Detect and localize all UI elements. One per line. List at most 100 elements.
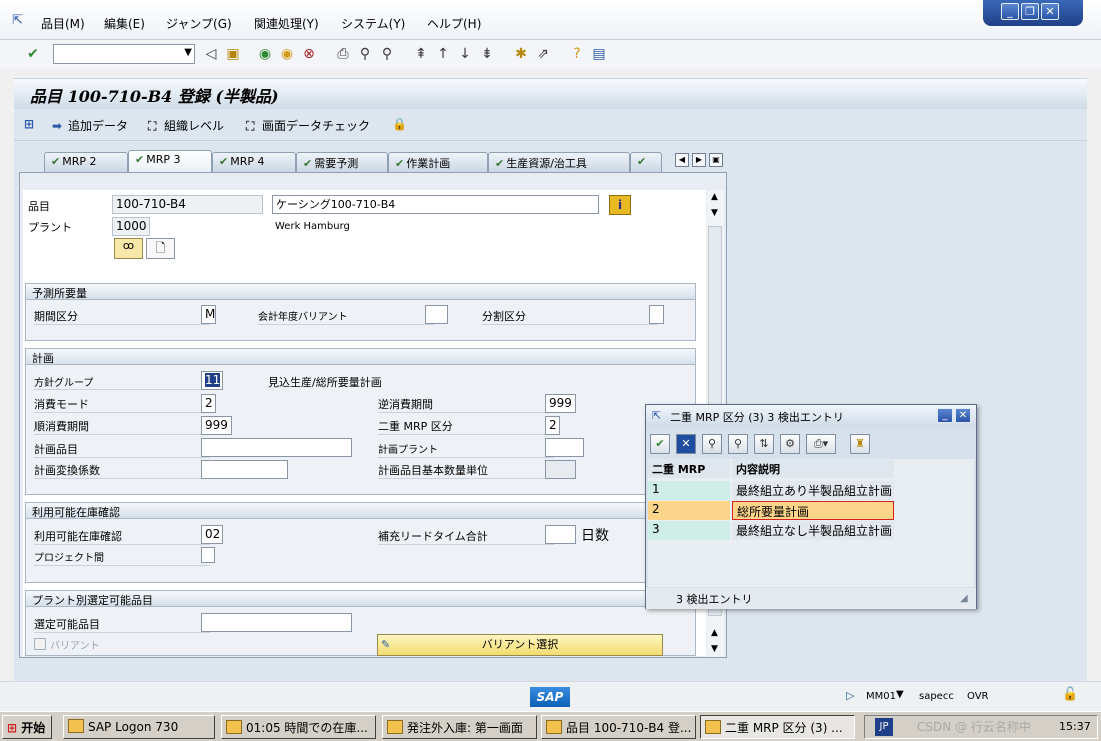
find-next-icon[interactable]: ⚲ — [378, 45, 396, 63]
scroll-up-icon[interactable]: ▲ — [711, 628, 718, 638]
expand-status-icon[interactable]: ▷ — [846, 689, 854, 702]
strategy-group-field[interactable]: 11 — [201, 371, 223, 390]
find-icon[interactable]: ⚲ — [356, 45, 374, 63]
lock-icon[interactable]: 🔒 — [392, 117, 407, 131]
print-icon[interactable]: ⎙ — [334, 45, 352, 63]
scroll-down-icon[interactable]: ▼ — [711, 208, 718, 218]
tab-more[interactable]: ✔ — [630, 152, 662, 172]
tab-scroll-right-icon[interactable]: ▶ — [692, 153, 706, 167]
check-data-button[interactable]: ⛶ 画面データチェック — [246, 117, 370, 134]
menu-item-material[interactable]: 品目(M) — [41, 15, 85, 32]
column-header-key[interactable]: 二重 MRP — [648, 459, 730, 478]
period-field[interactable]: M — [201, 305, 216, 324]
minimize-button[interactable]: _ — [1001, 3, 1019, 20]
task-stock[interactable]: 01:05 時間での在庫... — [221, 715, 376, 739]
first-page-icon[interactable]: ⇞ — [412, 45, 430, 63]
add-data-button[interactable]: ➡ 追加データ — [52, 117, 128, 134]
fiscal-variant-field[interactable] — [425, 305, 448, 324]
cancel-icon[interactable]: ✕ — [676, 434, 696, 454]
total-lead-field[interactable] — [545, 525, 576, 544]
close-button[interactable]: ✕ — [1041, 3, 1059, 20]
planning-material-field[interactable] — [201, 438, 352, 457]
table-row-key[interactable]: 3 — [648, 521, 730, 540]
print-menu-icon[interactable]: ⎙▾ — [806, 434, 836, 454]
table-row-desc[interactable]: 最終組立あり半製品組立計画 — [732, 481, 894, 500]
material-field[interactable]: 100-710-B4 — [112, 195, 263, 214]
planning-plant-field[interactable] — [545, 438, 584, 457]
tab-mrp4[interactable]: ✔ MRP 4 — [212, 152, 296, 172]
info-icon[interactable]: i — [609, 195, 631, 215]
shortcut-icon[interactable]: ⇗ — [534, 45, 552, 63]
menu-item-extras[interactable]: 関連処理(Y) — [254, 15, 319, 32]
glasses-icon[interactable]: ꝏ — [114, 238, 143, 259]
document-icon[interactable]: 🗋 — [146, 238, 175, 259]
popup-close-button[interactable]: ✕ — [955, 408, 971, 423]
settings-icon[interactable]: ⚙ — [780, 434, 800, 454]
variant-select-button[interactable]: ✎ バリアント選択 — [377, 634, 663, 656]
tab-work-plan[interactable]: ✔ 作業計画 — [388, 152, 488, 172]
tab-scroll-left-icon[interactable]: ◀ — [675, 153, 689, 167]
task-mixed-mrp[interactable]: 二重 MRP 区分 (3) ... — [700, 715, 855, 739]
conv-factor-field[interactable] — [201, 460, 288, 479]
split-field[interactable] — [649, 305, 664, 324]
scroll-up-icon[interactable]: ▲ — [711, 192, 718, 202]
start-button[interactable]: ⊞ 开始 — [2, 715, 52, 739]
cross-project-checkbox[interactable] — [201, 547, 215, 563]
menu-item-help[interactable]: ヘルプ(H) — [427, 15, 481, 32]
tab-prt[interactable]: ✔ 生産資源/治工具 — [488, 152, 630, 172]
prev-page-icon[interactable]: ↑ — [434, 45, 452, 63]
chevron-down-icon[interactable]: ▼ — [184, 47, 192, 58]
command-field[interactable]: ▼ — [53, 44, 195, 64]
scroll-down-icon[interactable]: ▼ — [711, 644, 718, 654]
layout-icon[interactable]: ▤ — [590, 45, 608, 63]
column-header-desc[interactable]: 内容説明 — [732, 459, 894, 478]
tab-mrp2[interactable]: ✔ MRP 2 — [44, 152, 128, 172]
table-row-desc[interactable]: 総所要量計画 — [732, 501, 894, 520]
table-row-desc[interactable]: 最終組立なし半製品組立計画 — [732, 521, 894, 540]
task-goods-receipt[interactable]: 発注外入庫: 第一画面 — [382, 715, 537, 739]
chevron-down-icon[interactable]: ▼ — [896, 689, 904, 700]
back-arrow-icon[interactable]: ◁ — [202, 45, 220, 63]
find-next-icon[interactable]: ⚲ — [728, 434, 748, 454]
back-icon[interactable]: ◉ — [256, 45, 274, 63]
tab-mrp3[interactable]: ✔ MRP 3 — [128, 150, 212, 173]
menu-item-edit[interactable]: 編集(E) — [104, 15, 145, 32]
table-row-key[interactable]: 1 — [648, 481, 730, 500]
exit-icon[interactable]: ◉ — [278, 45, 296, 63]
task-sap-logon[interactable]: SAP Logon 730 — [63, 715, 215, 739]
backward-period-field[interactable]: 999 — [545, 394, 576, 413]
find-icon[interactable]: ⚲ — [702, 434, 722, 454]
avail-check-field[interactable]: 02 — [201, 525, 223, 544]
popup-minimize-button[interactable]: _ — [937, 408, 953, 423]
variant-checkbox[interactable] — [34, 638, 46, 650]
help-icon[interactable]: ? — [568, 45, 586, 63]
new-session-icon[interactable]: ✱ — [512, 45, 530, 63]
base-uom-field[interactable] — [545, 460, 576, 479]
cancel-icon[interactable]: ⊗ — [300, 45, 318, 63]
personalize-icon[interactable]: ♜ — [850, 434, 870, 454]
menu-item-goto[interactable]: ジャンプ(G) — [166, 15, 232, 32]
mixed-mrp-field[interactable]: 2 — [545, 416, 560, 435]
tab-list-icon[interactable]: ▣ — [709, 153, 723, 167]
enter-icon[interactable]: ✔ — [24, 45, 42, 63]
menu-item-system[interactable]: システム(Y) — [341, 15, 405, 32]
sort-icon[interactable]: ⇅ — [754, 434, 774, 454]
last-page-icon[interactable]: ⇟ — [478, 45, 496, 63]
material-description-field[interactable]: ケーシング100-710-B4 — [272, 195, 599, 214]
restore-button[interactable]: ❐ — [1021, 3, 1039, 20]
confirm-icon[interactable]: ✔ — [650, 434, 670, 454]
tab-forecast[interactable]: ✔ 需要予測 — [296, 152, 388, 172]
selectable-field[interactable] — [201, 613, 352, 632]
save-icon[interactable]: ▣ — [224, 45, 242, 63]
plant-field[interactable]: 1000 — [112, 217, 150, 236]
forward-period-field[interactable]: 999 — [201, 416, 232, 435]
next-page-icon[interactable]: ↓ — [456, 45, 474, 63]
change-view-button[interactable]: ⊞ — [24, 117, 40, 131]
task-material[interactable]: 品目 100-710-B4 登... — [541, 715, 696, 739]
org-levels-button[interactable]: ⛶ 組織レベル — [148, 117, 224, 134]
language-indicator[interactable]: JP — [875, 718, 893, 736]
table-row-key[interactable]: 2 — [648, 501, 730, 520]
consumption-mode-field[interactable]: 2 — [201, 394, 216, 413]
menu-icon[interactable]: ⇱ — [12, 13, 23, 28]
resize-grip-icon[interactable]: ◢ — [960, 593, 968, 604]
